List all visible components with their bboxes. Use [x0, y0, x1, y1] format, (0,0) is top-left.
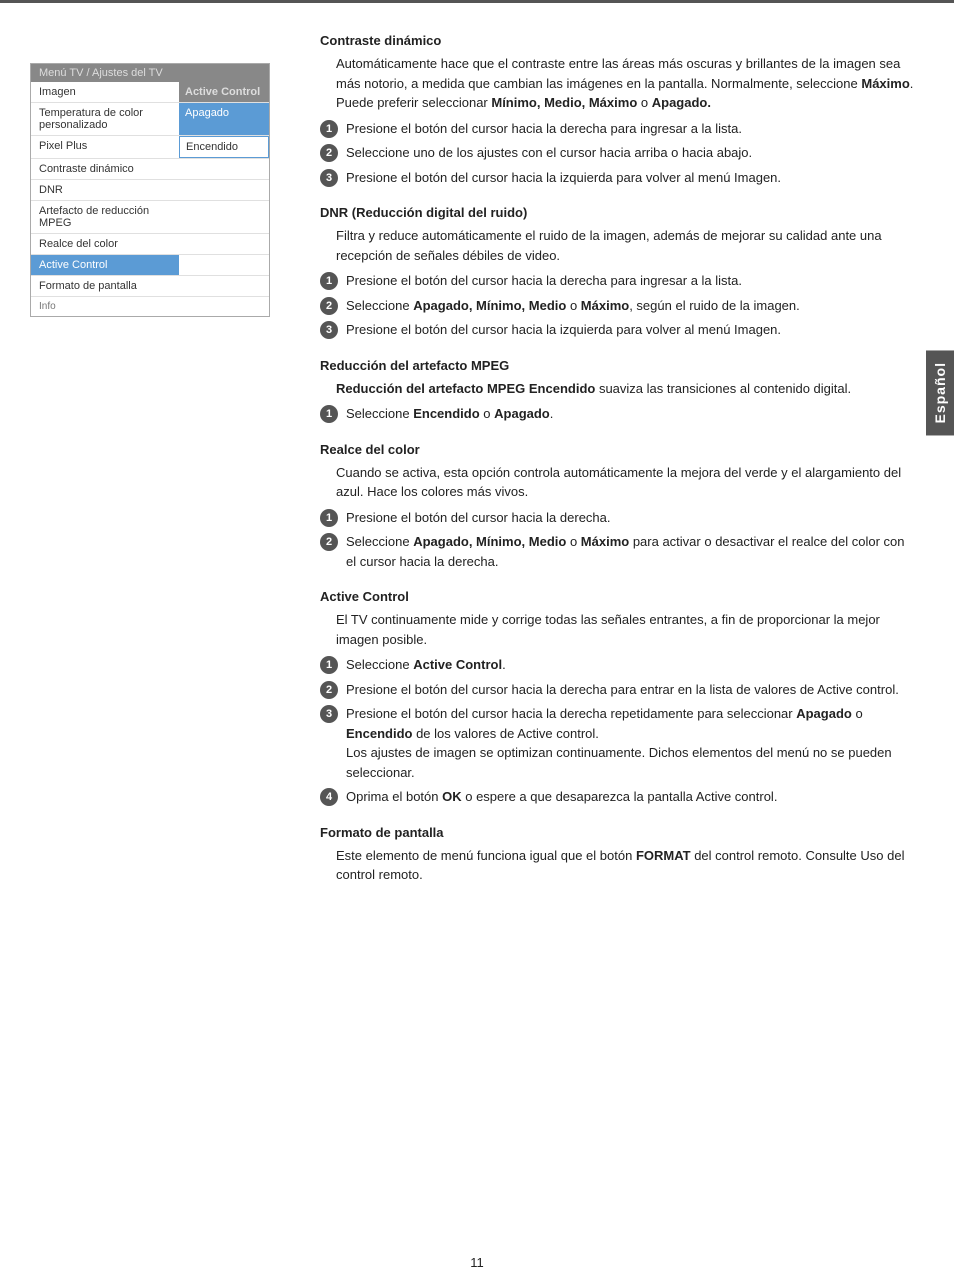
tv-menu-label: DNR — [31, 180, 179, 200]
section-body-formato: Este elemento de menú funciona igual que… — [336, 846, 914, 885]
page-number: 11 — [0, 1235, 954, 1280]
tv-menu-label: Artefacto de reducción MPEG — [31, 201, 179, 233]
step-number: 1 — [320, 405, 338, 423]
step: 1 Presione el botón del cursor hacia la … — [320, 119, 914, 139]
tv-menu-box: Menú TV / Ajustes del TV Imagen Active C… — [30, 63, 270, 317]
left-panel: Menú TV / Ajustes del TV Imagen Active C… — [0, 3, 300, 1235]
step: 1 Seleccione Encendido o Apagado. — [320, 404, 914, 424]
step-text: Oprima el botón OK o espere a que desapa… — [346, 787, 914, 807]
tv-menu-value — [179, 255, 269, 275]
step: 3 Presione el botón del cursor hacia la … — [320, 168, 914, 188]
step-number: 2 — [320, 533, 338, 551]
step: 2 Seleccione uno de los ajustes con el c… — [320, 143, 914, 163]
step-text: Presione el botón del cursor hacia la de… — [346, 680, 914, 700]
step-text: Seleccione uno de los ajustes con el cur… — [346, 143, 914, 163]
tv-menu-footer: Info — [31, 297, 64, 316]
step: 1 Presione el botón del cursor hacia la … — [320, 271, 914, 291]
side-tab-espanol: Español — [926, 350, 954, 435]
step-text: Presione el botón del cursor hacia la iz… — [346, 168, 914, 188]
step: 3 Presione el botón del cursor hacia la … — [320, 320, 914, 340]
right-panel: Contraste dinámico Automáticamente hace … — [300, 3, 954, 1235]
step-text: Seleccione Apagado, Mínimo, Medio o Máxi… — [346, 296, 914, 316]
tv-menu-label: Imagen — [31, 82, 179, 102]
step: 3 Presione el botón del cursor hacia la … — [320, 704, 914, 782]
section-title-active-control: Active Control — [320, 589, 914, 604]
step: 4 Oprima el botón OK o espere a que desa… — [320, 787, 914, 807]
tv-menu-row: Temperatura de color personalizado Apaga… — [31, 103, 269, 136]
tv-menu-value — [179, 180, 269, 200]
step: 2 Presione el botón del cursor hacia la … — [320, 680, 914, 700]
step-number: 2 — [320, 681, 338, 699]
step-text: Presione el botón del cursor hacia la iz… — [346, 320, 914, 340]
tv-menu-row: DNR — [31, 180, 269, 201]
step-text: Presione el botón del cursor hacia la de… — [346, 271, 914, 291]
tv-menu-value — [179, 159, 269, 179]
step-text: Seleccione Apagado, Mínimo, Medio o Máxi… — [346, 532, 914, 571]
tv-menu-value — [179, 234, 269, 254]
step-text: Presione el botón del cursor hacia la de… — [346, 508, 914, 528]
tv-menu-row: Pixel Plus Encendido — [31, 136, 269, 159]
section-title-formato: Formato de pantalla — [320, 825, 914, 840]
step-number: 3 — [320, 705, 338, 723]
step-text: Presione el botón del cursor hacia la de… — [346, 704, 914, 782]
tv-menu-label: Realce del color — [31, 234, 179, 254]
tv-menu-value — [179, 276, 269, 296]
tv-menu-row: Imagen Active Control — [31, 82, 269, 103]
tv-menu-header: Menú TV / Ajustes del TV — [31, 64, 269, 82]
section-body-contraste: Automáticamente hace que el contraste en… — [336, 54, 914, 113]
step: 1 Seleccione Active Control. — [320, 655, 914, 675]
step-number: 2 — [320, 144, 338, 162]
tv-menu-label: Contraste dinámico — [31, 159, 179, 179]
step-number: 4 — [320, 788, 338, 806]
tv-menu-row: Realce del color — [31, 234, 269, 255]
tv-menu-value: Encendido — [179, 136, 269, 158]
tv-menu-value: Apagado — [179, 103, 269, 135]
section-title-dnr: DNR (Reducción digital del ruido) — [320, 205, 914, 220]
step-number: 1 — [320, 272, 338, 290]
tv-menu-row: Active Control — [31, 255, 269, 276]
tv-menu-label-active: Active Control — [31, 255, 179, 275]
section-title-realce: Realce del color — [320, 442, 914, 457]
section-title-mpeg: Reducción del artefacto MPEG — [320, 358, 914, 373]
step-text: Presione el botón del cursor hacia la de… — [346, 119, 914, 139]
step-number: 3 — [320, 169, 338, 187]
tv-menu-label: Pixel Plus — [31, 136, 179, 158]
tv-menu-row: Contraste dinámico — [31, 159, 269, 180]
step-text: Seleccione Active Control. — [346, 655, 914, 675]
section-body-realce: Cuando se activa, esta opción controla a… — [336, 463, 914, 502]
tv-menu-value — [179, 201, 269, 233]
step-number: 3 — [320, 321, 338, 339]
section-body-mpeg: Reducción del artefacto MPEG Encendido s… — [336, 379, 914, 399]
step-text: Seleccione Encendido o Apagado. — [346, 404, 914, 424]
step: 2 Seleccione Apagado, Mínimo, Medio o Má… — [320, 296, 914, 316]
step-number: 1 — [320, 120, 338, 138]
step: 2 Seleccione Apagado, Mínimo, Medio o Má… — [320, 532, 914, 571]
step-number: 1 — [320, 656, 338, 674]
tv-menu-label: Temperatura de color personalizado — [31, 103, 179, 135]
page-layout: Menú TV / Ajustes del TV Imagen Active C… — [0, 3, 954, 1235]
tv-menu-row: Formato de pantalla — [31, 276, 269, 297]
step: 1 Presione el botón del cursor hacia la … — [320, 508, 914, 528]
step-number: 1 — [320, 509, 338, 527]
tv-menu-value: Active Control — [179, 82, 269, 102]
section-title-contraste: Contraste dinámico — [320, 33, 914, 48]
tv-menu-label: Formato de pantalla — [31, 276, 179, 296]
tv-menu-footer-row: Info — [31, 297, 269, 316]
step-number: 2 — [320, 297, 338, 315]
tv-menu-row: Artefacto de reducción MPEG — [31, 201, 269, 234]
section-body-active-control: El TV continuamente mide y corrige todas… — [336, 610, 914, 649]
section-body-dnr: Filtra y reduce automáticamente el ruido… — [336, 226, 914, 265]
